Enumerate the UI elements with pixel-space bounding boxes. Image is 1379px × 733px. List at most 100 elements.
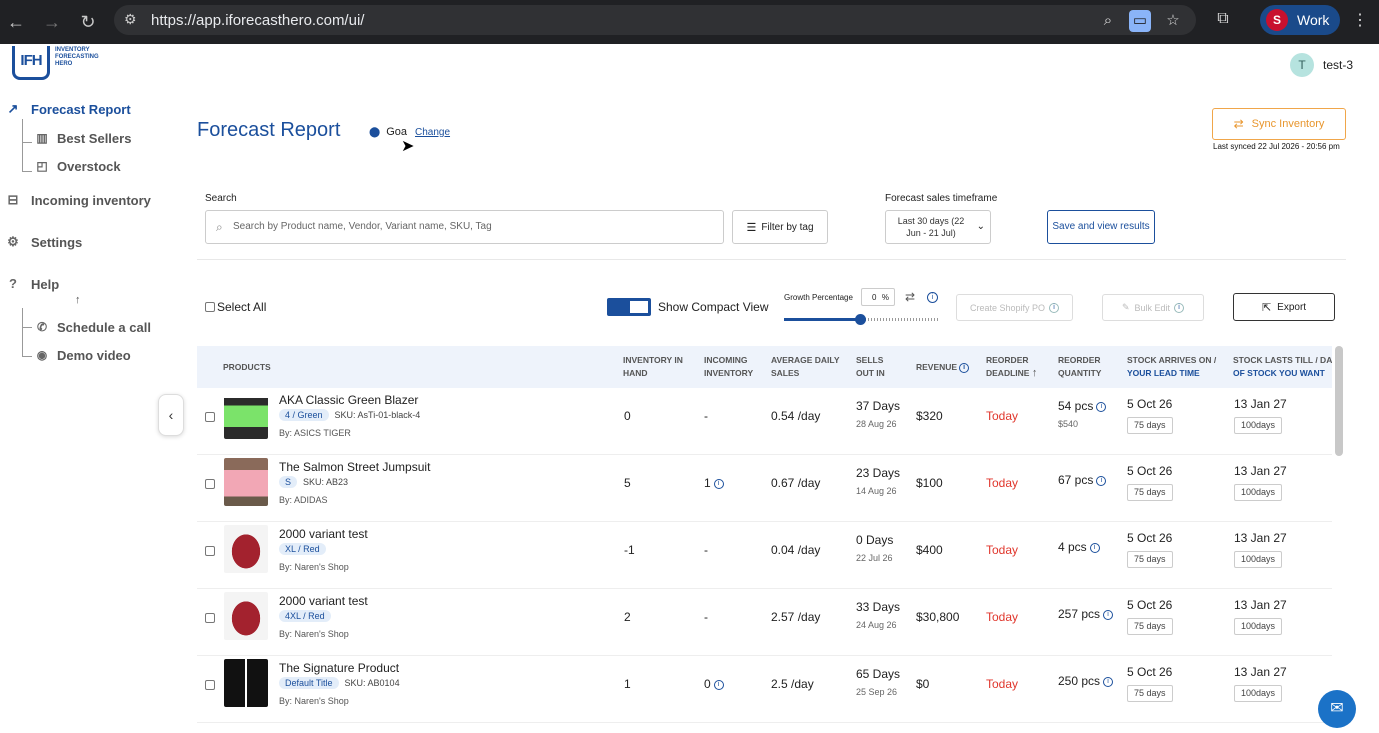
export-button[interactable]: ⇱ Export xyxy=(1233,293,1335,321)
days-of-stock-input[interactable]: 100days xyxy=(1234,551,1283,568)
table-row[interactable]: The Signature Product Default Title SKU:… xyxy=(197,656,1332,723)
product-image[interactable] xyxy=(224,458,268,506)
info-icon[interactable]: i xyxy=(1089,542,1100,553)
reset-growth-icon[interactable]: ⇄ xyxy=(905,290,915,304)
col-products[interactable]: PRODUCTS xyxy=(223,361,271,374)
profile-button[interactable]: S Work xyxy=(1260,5,1340,35)
create-shopify-po-button[interactable]: Create Shopify PO i xyxy=(956,294,1073,321)
bookmark-star-icon[interactable]: ☆ xyxy=(1162,10,1184,32)
product-name[interactable]: The Signature Product xyxy=(279,661,399,675)
col-revenue[interactable]: REVENUE i xyxy=(916,361,970,374)
address-bar[interactable]: ⚙ https://app.iforecasthero.com/ui/ ⌕ ▭ … xyxy=(114,5,1196,35)
product-image[interactable] xyxy=(224,659,268,707)
row-checkbox[interactable] xyxy=(205,680,215,690)
search-placeholder: Search by Product name, Vendor, Variant … xyxy=(233,221,492,232)
app: IFH INVENTORY FORECASTING HERO ↗ Forecas… xyxy=(0,44,1379,733)
col-inventory-in-hand[interactable]: INVENTORY IN HAND xyxy=(623,354,683,380)
lead-time-input[interactable]: 75 days xyxy=(1127,551,1173,568)
sidebar-item-best-sellers[interactable]: ▥ Best Sellers xyxy=(22,126,131,150)
back-icon[interactable]: ← xyxy=(4,10,28,34)
avatar: T xyxy=(1290,53,1314,77)
product-name[interactable]: 2000 variant test xyxy=(279,527,368,541)
row-checkbox[interactable] xyxy=(205,412,215,422)
info-icon[interactable]: i xyxy=(713,478,724,489)
sidebar-item-overstock[interactable]: ◰ Overstock xyxy=(22,154,120,178)
toggle-knob xyxy=(630,301,648,313)
logo[interactable]: IFH INVENTORY FORECASTING HERO xyxy=(12,46,112,80)
chat-support-button[interactable]: ✉ xyxy=(1318,690,1356,728)
checkbox[interactable] xyxy=(205,302,215,312)
table-row[interactable]: The Salmon Street Jumpsuit S SKU: AB23 B… xyxy=(197,455,1332,522)
compact-view-toggle[interactable] xyxy=(607,298,651,316)
product-image[interactable] xyxy=(224,592,268,640)
col-incoming-inventory[interactable]: INCOMING INVENTORY xyxy=(704,354,753,380)
info-icon[interactable]: i xyxy=(713,679,724,690)
row-checkbox[interactable] xyxy=(205,613,215,623)
revenue: $320 xyxy=(916,409,943,423)
days-of-stock-input[interactable]: 100days xyxy=(1234,417,1283,434)
product-name[interactable]: AKA Classic Green Blazer xyxy=(279,393,418,407)
days-of-stock-input[interactable]: 100days xyxy=(1234,484,1283,501)
extensions-icon[interactable]: ⧉ xyxy=(1212,10,1234,28)
product-vendor: By: Naren's Shop xyxy=(279,696,349,706)
col-average-daily-sales[interactable]: AVERAGE DAILY SALES xyxy=(771,354,840,380)
sidebar-item-label: Demo video xyxy=(57,347,131,363)
header-line: INVENTORY IN xyxy=(623,355,683,365)
select-all-checkbox[interactable]: Select All xyxy=(205,300,266,314)
reload-icon[interactable]: ↻ xyxy=(76,10,100,34)
zoom-icon[interactable]: ⌕ xyxy=(1097,10,1119,32)
info-icon[interactable]: i xyxy=(927,292,938,303)
lead-time-input[interactable]: 75 days xyxy=(1127,685,1173,702)
info-icon[interactable]: i xyxy=(1096,401,1107,412)
lead-time-input[interactable]: 75 days xyxy=(1127,618,1173,635)
sidebar-item-schedule-call[interactable]: ✆ Schedule a call xyxy=(22,315,151,339)
sort-arrow-up-icon[interactable]: ↑ xyxy=(1032,367,1038,379)
col-stock-lasts-till[interactable]: STOCK LASTS TILL / DA OF STOCK YOU WANT xyxy=(1233,354,1332,380)
url-text[interactable]: https://app.iforecasthero.com/ui/ xyxy=(151,12,364,29)
days-of-stock-input[interactable]: 100days xyxy=(1234,618,1283,635)
filter-by-tag-button[interactable]: ☰ Filter by tag xyxy=(732,210,828,244)
user-menu[interactable]: T test-3 xyxy=(1290,53,1353,77)
forward-icon[interactable]: → xyxy=(40,10,64,34)
col-stock-arrives-on[interactable]: STOCK ARRIVES ON / YOUR LEAD TIME xyxy=(1127,354,1216,380)
search-input[interactable]: ⌕ Search by Product name, Vendor, Varian… xyxy=(205,210,724,244)
browser-menu-icon[interactable]: ⋮ xyxy=(1352,10,1368,30)
row-checkbox[interactable] xyxy=(205,546,215,556)
sidebar-item-forecast-report[interactable]: ↗ Forecast Report xyxy=(0,97,131,121)
product-image[interactable] xyxy=(224,391,268,439)
info-icon[interactable]: i xyxy=(1103,676,1114,687)
product-vendor: By: Naren's Shop xyxy=(279,562,349,572)
growth-slider-thumb[interactable] xyxy=(855,314,866,325)
col-reorder-deadline[interactable]: REORDER DEADLINE ↑ xyxy=(986,354,1037,380)
sidebar-item-settings[interactable]: ⚙ Settings xyxy=(0,230,82,254)
table-row[interactable]: 2000 variant test 4XL / Red By: Naren's … xyxy=(197,589,1332,656)
save-and-view-button[interactable]: Save and view results xyxy=(1047,210,1155,244)
days-of-stock-input[interactable]: 100days xyxy=(1234,685,1283,702)
site-settings-icon[interactable]: ⚙ xyxy=(124,11,144,29)
sidebar-item-demo-video[interactable]: ◉ Demo video xyxy=(22,343,131,367)
lead-time-input[interactable]: 75 days xyxy=(1127,484,1173,501)
change-location-link[interactable]: Change xyxy=(415,127,450,138)
bulk-edit-button[interactable]: ✎ Bulk Edit i xyxy=(1102,294,1204,321)
table-row[interactable]: 2000 variant test XL / Red By: Naren's S… xyxy=(197,522,1332,589)
row-checkbox[interactable] xyxy=(205,479,215,489)
table-scrollbar[interactable] xyxy=(1335,346,1343,456)
product-name[interactable]: The Salmon Street Jumpsuit xyxy=(279,460,430,474)
sidebar-item-help[interactable]: ? Help xyxy=(0,272,59,296)
browser-toolbar: ← → ↻ ⚙ https://app.iforecasthero.com/ui… xyxy=(0,0,1379,44)
cast-icon[interactable]: ▭ xyxy=(1129,10,1151,32)
lead-time-input[interactable]: 75 days xyxy=(1127,417,1173,434)
table-row[interactable]: AKA Classic Green Blazer 4 / Green SKU: … xyxy=(197,388,1332,455)
inventory-in-hand: 5 xyxy=(624,476,631,490)
info-icon[interactable]: i xyxy=(1096,475,1107,486)
collapse-sidebar-button[interactable]: ‹ xyxy=(158,394,184,436)
product-name[interactable]: 2000 variant test xyxy=(279,594,368,608)
growth-percentage-input[interactable]: 0 % xyxy=(861,288,895,306)
col-reorder-quantity[interactable]: REORDER QUANTITY xyxy=(1058,354,1101,380)
col-sells-out-in[interactable]: SELLS OUT IN xyxy=(856,354,885,380)
product-image[interactable] xyxy=(224,525,268,573)
info-icon[interactable]: i xyxy=(1103,609,1114,620)
sidebar-item-incoming-inventory[interactable]: ⊟ Incoming inventory xyxy=(0,188,151,212)
timeframe-select[interactable]: Last 30 days (22 Jun - 21 Jul) ⌄ xyxy=(885,210,991,244)
sync-inventory-button[interactable]: ⇄ Sync Inventory xyxy=(1212,108,1346,140)
